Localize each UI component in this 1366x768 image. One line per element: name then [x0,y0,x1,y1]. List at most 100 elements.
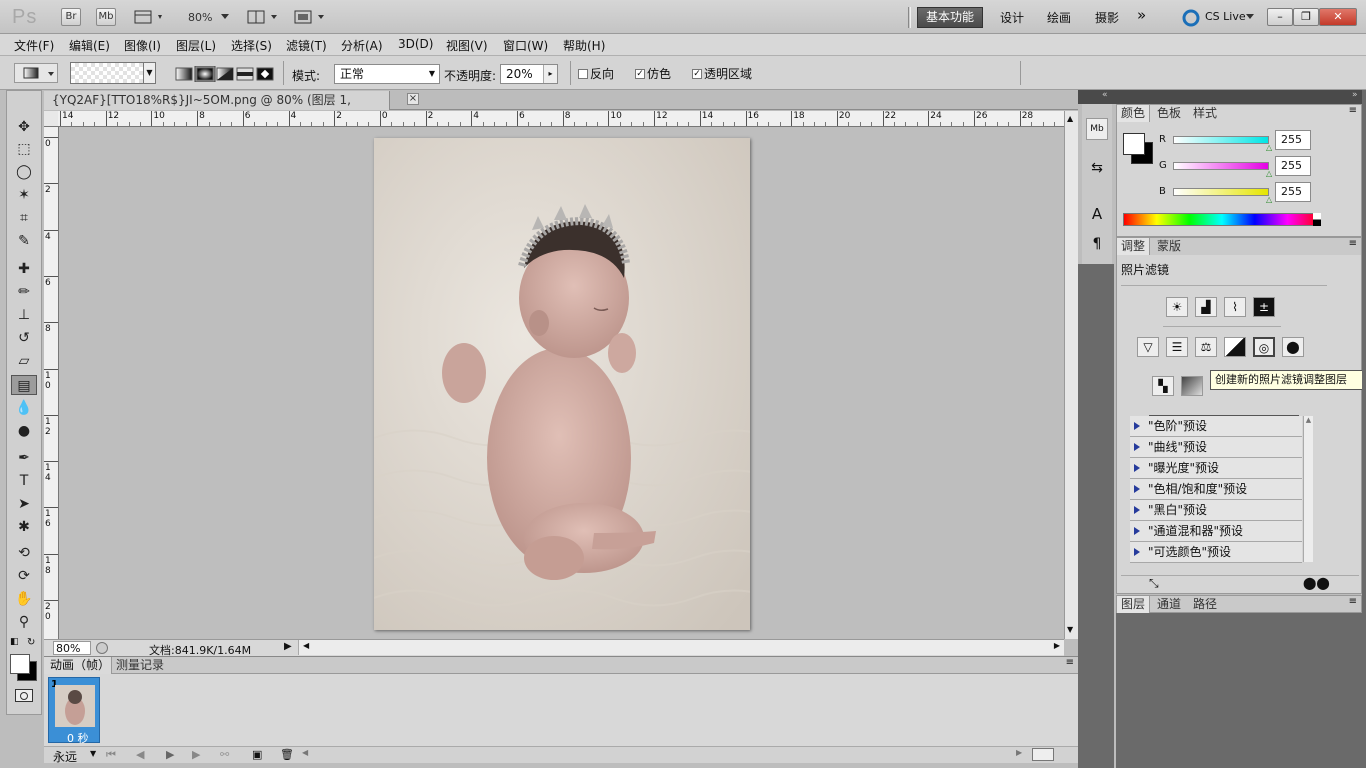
workspace-design[interactable]: 设计 [1000,9,1024,26]
scroll-left-icon[interactable]: ◀ [302,748,308,757]
workspace-photo[interactable]: 摄影 [1095,9,1119,26]
mode-select[interactable]: 正常 ▼ [334,64,440,84]
brightness-contrast-icon[interactable]: ☀ [1166,297,1188,317]
play-icon[interactable]: ▶ [166,748,174,761]
channel-value[interactable]: 255 [1275,130,1311,150]
restore-button[interactable]: ❐ [1293,8,1319,26]
black-white-icon[interactable] [1224,337,1246,357]
menu-edit[interactable]: 编辑(E) [69,37,110,54]
hue-saturation-icon[interactable]: ☰ [1166,337,1188,357]
loop-option[interactable]: 永远 [53,748,77,765]
scroll-down-icon[interactable]: ▼ [1067,625,1073,634]
pen-tool-icon[interactable]: ✒ [11,448,37,468]
preset-item[interactable]: "黑白"预设 [1130,500,1302,521]
status-menu-arrow-icon[interactable]: ▶ [284,641,292,652]
horizontal-scrollbar[interactable]: ◀ ▶ [298,640,1064,655]
preset-item[interactable]: "可选颜色"预设 [1130,542,1302,563]
mini-bridge-icon[interactable]: Mb [1086,118,1108,140]
chevron-down-icon[interactable] [220,13,230,21]
hand-tool-icon[interactable]: ✋ [11,589,37,609]
exposure-icon[interactable]: ± [1253,297,1275,317]
menu-window[interactable]: 窗口(W) [503,37,548,54]
panel-menu-icon[interactable]: ≡ [1349,105,1357,116]
history-icon[interactable]: ⇆ [1086,160,1108,182]
tab-swatches[interactable]: 色板 [1153,105,1185,122]
3d-rotate-tool-icon[interactable]: ⟲ [11,543,37,563]
arrange-documents-button[interactable] [247,9,281,28]
color-balance-icon[interactable]: ⚖ [1195,337,1217,357]
preset-item[interactable]: "曲线"预设 [1130,437,1302,458]
slider-handle-icon[interactable]: △ [1266,195,1272,204]
magic-wand-tool-icon[interactable]: ✶ [11,185,37,205]
duplicate-frame-icon[interactable]: ▣ [252,748,262,761]
delete-frame-icon[interactable]: 🗑 [280,748,294,761]
cs-live-button[interactable]: CS Live [1205,10,1246,23]
channel-slider[interactable] [1173,162,1269,170]
lasso-tool-icon[interactable]: ◯ [11,162,37,182]
previous-frame-icon[interactable]: ◀ [136,748,144,761]
menu-image[interactable]: 图像(I) [124,37,161,54]
move-tool-icon[interactable]: ✥ [11,117,37,137]
menu-file[interactable]: 文件(F) [14,37,54,54]
tab-styles[interactable]: 样式 [1189,105,1221,122]
preset-scrollbar[interactable]: ▲ [1303,416,1313,562]
chevron-down-icon[interactable]: ▼ [143,63,155,83]
3d-orbit-tool-icon[interactable]: ⟳ [11,566,37,586]
scroll-right-icon[interactable]: ▶ [1054,641,1060,650]
marquee-tool-icon[interactable]: ⬚ [11,139,37,159]
eyedropper-tool-icon[interactable]: ✎ [11,231,37,251]
scroll-left-icon[interactable]: ◀ [303,641,309,650]
healing-brush-tool-icon[interactable]: ✚ [11,259,37,279]
menu-select[interactable]: 选择(S) [231,37,272,54]
first-frame-icon[interactable]: ⏮ [106,748,116,762]
frame-delay[interactable]: 0 秒 [67,730,89,746]
foreground-color-swatch[interactable] [1123,133,1145,155]
tab-layers[interactable]: 图层 [1117,596,1151,613]
tab-adjustments[interactable]: 调整 [1117,238,1151,255]
clone-stamp-tool-icon[interactable]: ⊥ [11,305,37,325]
next-frame-icon[interactable]: ▶ [192,748,200,761]
slider-handle-icon[interactable]: △ [1266,169,1272,178]
workspace-basic[interactable]: 基本功能 [917,7,983,28]
channel-value[interactable]: 255 [1275,182,1311,202]
curves-icon[interactable]: ⌇ [1224,297,1246,317]
channel-slider[interactable] [1173,136,1269,144]
tween-icon[interactable]: ⚯ [220,748,229,761]
channel-value[interactable]: 255 [1275,156,1311,176]
default-colors-icon[interactable]: ◧ [10,637,19,647]
minibridge-button[interactable]: Mb [96,8,116,26]
swap-colors-icon[interactable]: ↻ [27,637,35,648]
expand-icon[interactable]: » [1352,90,1358,100]
opacity-slider-toggle[interactable]: ▸ [543,65,557,83]
close-tab-icon[interactable]: × [407,93,419,105]
document-image[interactable] [374,138,750,630]
horizontal-ruler[interactable]: 14 12 10 8 6 4 2 0 2 4 6 8 10 12 14 16 1… [58,111,1064,127]
tab-channels[interactable]: 通道 [1153,596,1185,613]
vertical-ruler[interactable]: 0 2 4 6 8 1 0 1 2 1 4 1 6 1 8 2 0 [44,127,59,639]
gradient-picker[interactable]: ▼ [70,62,156,84]
blur-tool-icon[interactable]: 💧 [11,398,37,418]
zoom-level[interactable]: 80% [188,11,212,24]
workspace-more-button[interactable]: » [1137,6,1146,24]
collapse-icon[interactable]: « [1102,90,1108,100]
paragraph-icon[interactable]: ¶ [1086,236,1108,258]
posterize-icon[interactable] [1181,376,1203,396]
tab-masks[interactable]: 蒙版 [1153,238,1185,255]
tool-preset-picker[interactable] [14,63,58,83]
menu-layer[interactable]: 图层(L) [176,37,216,54]
preset-item[interactable]: "曝光度"预设 [1130,458,1302,479]
menu-analysis[interactable]: 分析(A) [341,37,383,54]
gradient-types-icon[interactable] [175,65,277,83]
crop-tool-icon[interactable]: ⌗ [11,208,37,228]
preset-item[interactable]: "色相/饱和度"预设 [1130,479,1302,500]
character-icon[interactable]: A [1086,205,1108,227]
menu-help[interactable]: 帮助(H) [563,37,605,54]
view-extras-button[interactable] [134,9,166,28]
convert-timeline-icon[interactable] [1032,748,1054,761]
panel-menu-icon[interactable]: ≡ [1066,657,1074,668]
path-selection-tool-icon[interactable]: ➤ [11,494,37,514]
type-tool-icon[interactable]: T [11,471,37,491]
vibrance-icon[interactable]: ▽ [1137,337,1159,357]
panel-menu-icon[interactable]: ≡ [1349,596,1357,607]
chevron-down-icon[interactable]: ▼ [90,749,96,758]
